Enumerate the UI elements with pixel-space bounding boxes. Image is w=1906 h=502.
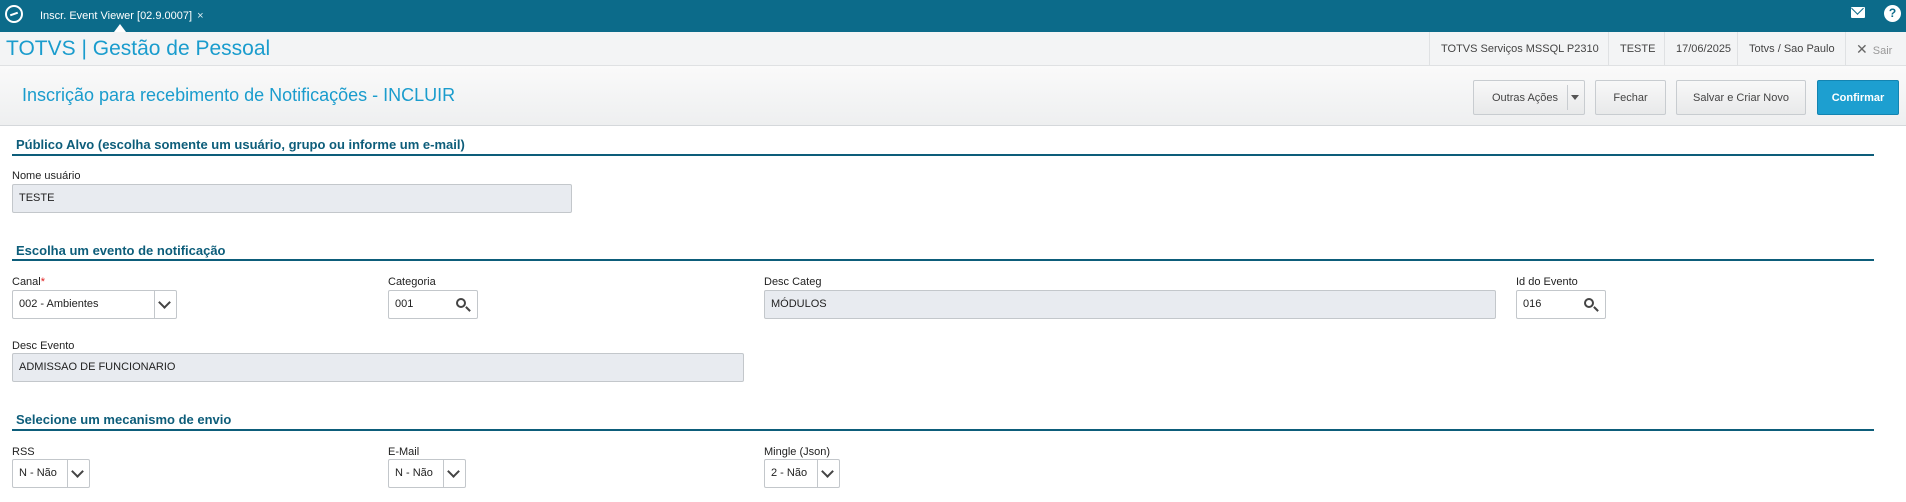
location-info: Totvs / Sao Paulo [1737, 32, 1846, 66]
email-select[interactable]: N - Não [388, 459, 466, 488]
rss-dropdown-button[interactable] [67, 460, 89, 487]
more-actions-button[interactable]: Outras Ações [1473, 80, 1585, 115]
section-divider [12, 429, 1874, 431]
categoria-lookup-button[interactable] [447, 291, 477, 318]
more-actions-label: Outras Ações [1492, 91, 1559, 104]
environment-info: TOTVS Serviços MSSQL P2310 [1429, 32, 1610, 66]
canal-label-text: Canal [12, 276, 41, 288]
section-divider [12, 259, 1874, 261]
section-divider [12, 154, 1874, 156]
user-name-label: Nome usuário [12, 170, 81, 182]
top-tab-bar: Inscr. Event Viewer [02.9.0007] × ? [0, 0, 1906, 32]
email-dropdown-button[interactable] [443, 460, 465, 487]
mingle-dropdown-button[interactable] [817, 460, 839, 487]
section-title-mechanism: Selecione um mecanismo de envio [16, 412, 232, 427]
id-evento-value: 016 [1523, 298, 1542, 310]
mingle-value: 2 - Não [771, 467, 808, 479]
confirm-label: Confirmar [1831, 91, 1885, 104]
section-title-target: Público Alvo (escolha somente um usuário… [16, 137, 465, 152]
required-marker: * [40, 276, 46, 288]
desc-categ-field[interactable]: MÓDULOS [764, 290, 1496, 319]
logout-button[interactable]: ✕ Sair [1845, 32, 1892, 66]
mail-icon[interactable] [1851, 7, 1865, 18]
rss-value: N - Não [19, 467, 57, 479]
canal-select[interactable]: 002 - Ambientes [12, 290, 177, 319]
app-title: TOTVS | Gestão de Pessoal [6, 37, 271, 60]
help-icon[interactable]: ? [1884, 5, 1901, 22]
desc-categ-label: Desc Categ [764, 276, 822, 288]
user-info: TESTE [1608, 32, 1666, 66]
app-header: TOTVS | Gestão de Pessoal TOTVS Serviços… [0, 32, 1906, 66]
canal-value: 002 - Ambientes [19, 298, 99, 310]
tab-close-icon[interactable]: × [197, 10, 203, 22]
chevron-down-icon [71, 465, 84, 478]
save-and-new-label: Salvar e Criar Novo [1693, 91, 1789, 104]
close-button[interactable]: Fechar [1595, 80, 1666, 115]
logout-label: Sair [1872, 45, 1893, 57]
categoria-field[interactable]: 001 [388, 290, 478, 319]
desc-evento-label: Desc Evento [12, 340, 75, 352]
id-evento-lookup-button[interactable] [1575, 291, 1605, 318]
categoria-label: Categoria [388, 276, 436, 288]
email-value: N - Não [395, 467, 433, 479]
section-title-event: Escolha um evento de notificação [16, 243, 226, 258]
search-icon [456, 298, 466, 308]
home-icon[interactable] [5, 5, 23, 23]
tab-label: Inscr. Event Viewer [02.9.0007] [40, 10, 193, 22]
caret-down-icon [1571, 95, 1579, 100]
email-label: E-Mail [388, 446, 420, 458]
chevron-down-icon [821, 465, 834, 478]
save-and-new-button[interactable]: Salvar e Criar Novo [1676, 80, 1806, 115]
split-divider [1567, 85, 1568, 110]
search-icon [1584, 298, 1594, 308]
rss-select[interactable]: N - Não [12, 459, 90, 488]
id-evento-label: Id do Evento [1516, 276, 1578, 288]
page-header: Inscrição para recebimento de Notificaçõ… [0, 66, 1906, 126]
desc-evento-field[interactable]: ADMISSAO DE FUNCIONARIO [12, 353, 744, 382]
user-name-field[interactable]: TESTE [12, 184, 572, 213]
confirm-button[interactable]: Confirmar [1817, 80, 1899, 115]
page-title: Inscrição para recebimento de Notificaçõ… [22, 85, 456, 105]
date-info: 17/06/2025 [1664, 32, 1742, 66]
rss-label: RSS [12, 446, 35, 458]
chevron-down-icon [158, 296, 171, 309]
mingle-select[interactable]: 2 - Não [764, 459, 840, 488]
close-button-label: Fechar [1613, 91, 1648, 104]
close-icon: ✕ [1856, 41, 1868, 57]
chevron-down-icon [447, 465, 460, 478]
mingle-label: Mingle (Json) [764, 446, 831, 458]
canal-label: Canal* [12, 276, 45, 288]
id-evento-field[interactable]: 016 [1516, 290, 1606, 319]
active-tab-caret-icon [114, 24, 126, 32]
canal-dropdown-button[interactable] [154, 291, 176, 318]
categoria-value: 001 [395, 298, 414, 310]
